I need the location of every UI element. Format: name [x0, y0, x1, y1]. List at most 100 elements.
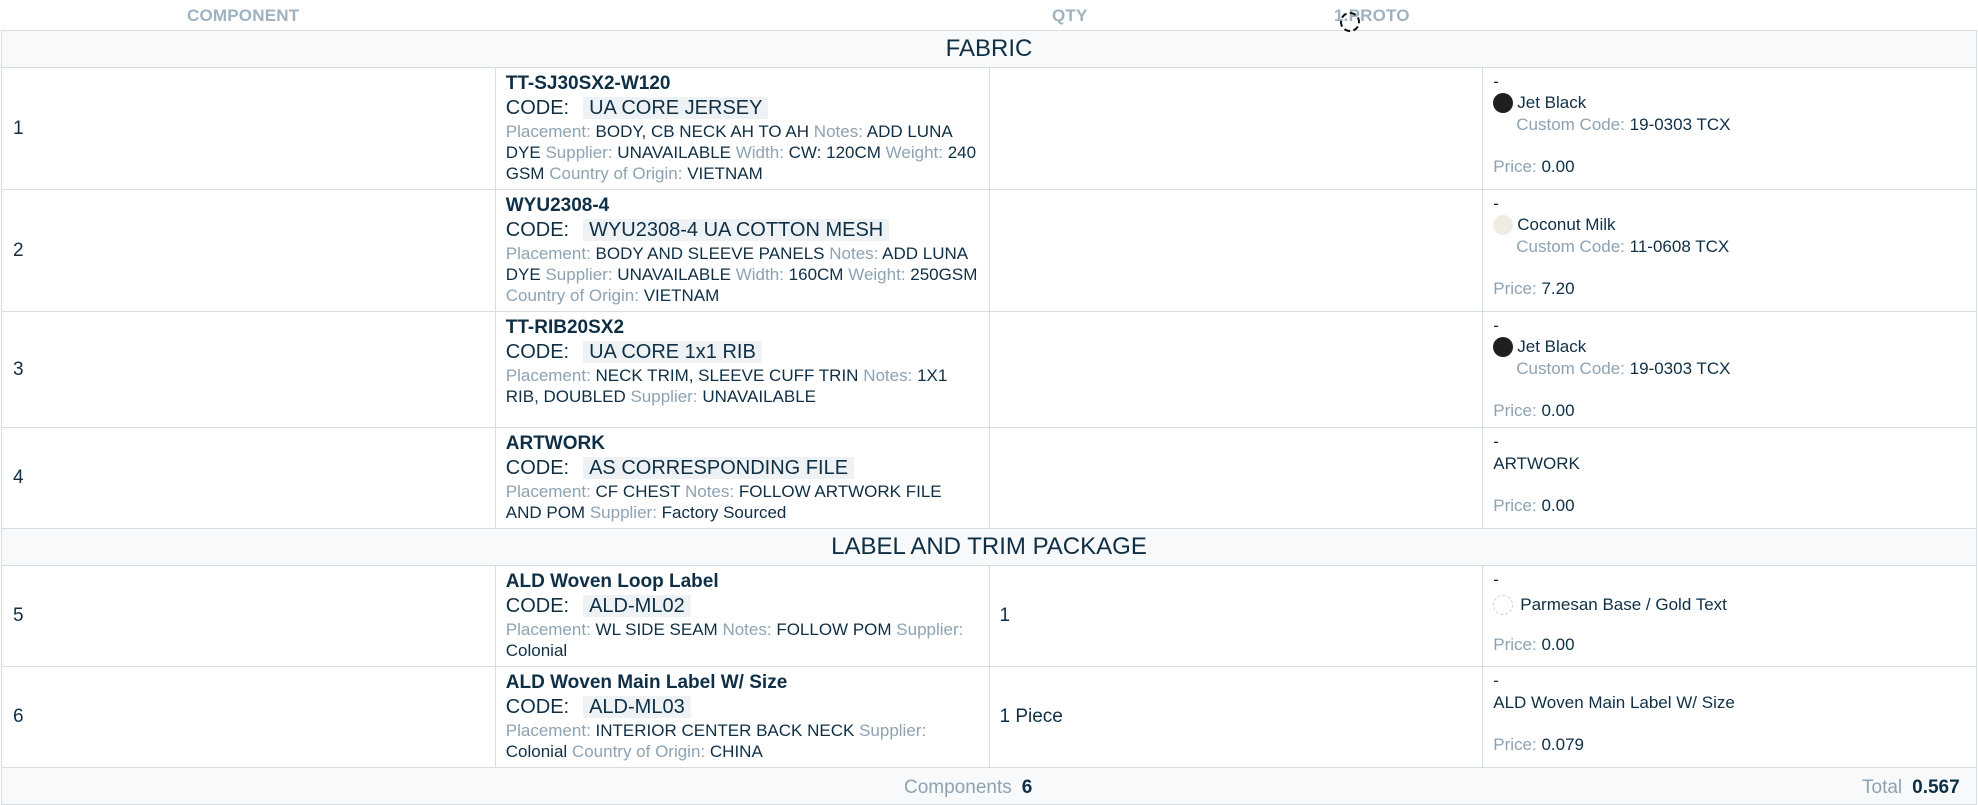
components-count: 6 — [1021, 777, 1033, 798]
weight-label: Weight: — [848, 265, 906, 284]
price: Price: 7.20 — [1493, 278, 1966, 300]
price-value: 0.00 — [1541, 635, 1575, 654]
price: Price: 0.00 — [1493, 495, 1966, 517]
proto-dash: - — [1493, 432, 1499, 451]
price-value: 0.00 — [1541, 157, 1575, 176]
country-value: VIETNAM — [643, 286, 720, 305]
table-row[interactable]: 5 ALD Woven Loop Label CODE: ALD-ML02 Pla… — [1, 565, 1977, 667]
table-header: COMPONENT QTY 1. PROTO — [0, 0, 1978, 32]
color-name: Coconut Milk — [1517, 215, 1616, 234]
price: Price: 0.00 — [1493, 634, 1966, 656]
component-name: WYU2308-4 — [505, 195, 610, 216]
component-cell: WYU2308-4 CODE: WYU2308-4 UA COTTON MESH … — [494, 189, 990, 312]
code-label: CODE: — [505, 341, 570, 363]
component-name: ALD Woven Loop Label — [505, 571, 719, 592]
component-code: CODE: UA CORE 1x1 RIB — [506, 340, 979, 364]
proto-dash: - — [1493, 671, 1499, 690]
table-footer: Components 6 Total 0.567 — [1, 767, 1977, 805]
country-label: Country of Origin: — [549, 164, 683, 183]
code-label: CODE: — [505, 219, 570, 241]
code-value: UA CORE 1x1 RIB — [583, 341, 762, 363]
color-name: Jet Black — [1517, 337, 1587, 356]
qty-cell[interactable] — [988, 67, 1484, 190]
column-header-qty: QTY — [1052, 6, 1088, 25]
proto-dash: - — [1493, 316, 1499, 335]
proto-cell[interactable]: - Coconut Milk Custom Code: 11-0608 TCX … — [1482, 189, 1977, 312]
price-value: 0.00 — [1541, 496, 1575, 515]
weight-label: Weight: — [885, 143, 943, 162]
footer-cell: Components 6 Total 0.567 — [1, 767, 1977, 805]
supplier-value: UNAVAILABLE — [617, 143, 731, 162]
notes-label: Notes: — [684, 482, 735, 501]
weight-value: 250GSM — [910, 265, 978, 284]
component-cell: TT-RIB20SX2 CODE: UA CORE 1x1 RIB Placeme… — [494, 311, 990, 428]
placement-label: Placement: — [505, 482, 591, 501]
column-header-component: COMPONENT — [187, 6, 300, 25]
total-label: Total — [1862, 777, 1903, 798]
proto-text: ALD Woven Main Label W/ Size — [1493, 693, 1735, 712]
component-meta: Placement: BODY AND SLEEVE PANELS Notes:… — [506, 243, 979, 306]
qty-cell[interactable]: 1 Piece — [988, 666, 1484, 768]
table-row[interactable]: 6 ALD Woven Main Label W/ Size CODE: ALD-… — [1, 666, 1977, 768]
proto-text: ARTWORK — [1493, 454, 1580, 473]
price-label: Price: — [1493, 401, 1537, 420]
table-row[interactable]: 3 TT-RIB20SX2 CODE: UA CORE 1x1 RIB Place… — [1, 311, 1977, 428]
price-value: 7.20 — [1541, 279, 1575, 298]
price-label: Price: — [1493, 635, 1537, 654]
column-header-proto: 1. PROTO — [1334, 6, 1410, 32]
proto-dash: - — [1493, 72, 1499, 91]
custom-code: Custom Code: 19-0303 TCX — [1493, 358, 1966, 380]
placement-value: CF CHEST — [595, 482, 681, 501]
code-value: AS CORRESPONDING FILE — [583, 457, 855, 479]
custom-code-label: Custom Code: — [1516, 359, 1625, 378]
country-value: VIETNAM — [687, 164, 763, 183]
footer-content: Components 6 Total 0.567 — [2, 768, 1976, 804]
supplier-label: Supplier: — [589, 503, 657, 522]
custom-code-value: 19-0303 TCX — [1629, 115, 1731, 134]
custom-code-value: 11-0608 TCX — [1629, 237, 1730, 256]
price-label: Price: — [1493, 735, 1537, 754]
component-meta: Placement: NECK TRIM, SLEEVE CUFF TRIN N… — [506, 365, 979, 407]
table-row[interactable]: 1 TT-SJ30SX2-W120 CODE: UA CORE JERSEY Pl… — [1, 67, 1977, 190]
table-row[interactable]: 2 WYU2308-4 CODE: WYU2308-4 UA COTTON MES… — [1, 189, 1977, 312]
table-row[interactable]: 4 ARTWORK CODE: AS CORRESPONDING FILE Pla… — [1, 427, 1977, 529]
proto-cell[interactable]: - Jet Black Custom Code: 19-0303 TCX Pri… — [1482, 67, 1977, 190]
supplier-value: UNAVAILABLE — [702, 387, 817, 406]
proto-cell[interactable]: - ALD Woven Main Label W/ Size Price: 0.… — [1482, 666, 1977, 768]
supplier-value: Factory Sourced — [661, 503, 787, 522]
code-label: CODE: — [505, 696, 570, 718]
custom-code: Custom Code: 11-0608 TCX — [1493, 236, 1966, 258]
color-swatch-icon — [1493, 93, 1514, 113]
price: Price: 0.00 — [1493, 400, 1966, 422]
placement-label: Placement: — [505, 366, 591, 385]
bom-table: FABRIC 1 TT-SJ30SX2-W120 CODE: UA CORE JE… — [1, 30, 1977, 805]
code-label: CODE: — [505, 457, 570, 479]
price-value: 0.079 — [1541, 735, 1584, 754]
custom-code-value: 19-0303 TCX — [1629, 359, 1731, 378]
qty-cell[interactable] — [988, 189, 1484, 312]
width-label: Width: — [735, 265, 784, 284]
color-swatch-icon — [1493, 337, 1514, 357]
color-line: Coconut Milk — [1493, 214, 1966, 236]
component-name: ARTWORK — [505, 433, 605, 454]
qty-cell[interactable] — [988, 311, 1484, 428]
component-code: CODE: ALD-ML02 — [506, 594, 979, 618]
proto-cell[interactable]: - Jet Black Custom Code: 19-0303 TCX Pri… — [1482, 311, 1977, 428]
row-index: 5 — [1, 565, 496, 667]
qty-cell[interactable] — [988, 427, 1484, 529]
component-meta: Placement: INTERIOR CENTER BACK NECK Sup… — [506, 720, 979, 762]
row-index: 2 — [1, 189, 496, 312]
proto-cell[interactable]: - ARTWORK Price: 0.00 — [1482, 427, 1977, 529]
component-name: ALD Woven Main Label W/ Size — [505, 672, 788, 693]
supplier-label: Supplier: — [859, 721, 927, 740]
price-label: Price: — [1493, 157, 1537, 176]
section-row-label-trim: LABEL AND TRIM PACKAGE — [1, 528, 1977, 566]
row-index: 6 — [1, 666, 496, 768]
placement-value: BODY AND SLEEVE PANELS — [595, 244, 825, 263]
loading-spinner-icon — [1340, 12, 1360, 32]
proto-cell[interactable]: - Parmesan Base / Gold Text Price: 0.00 — [1482, 565, 1977, 667]
placement-value: WL SIDE SEAM — [595, 620, 718, 639]
placement-label: Placement: — [505, 620, 591, 639]
qty-cell[interactable]: 1 — [988, 565, 1484, 667]
placement-label: Placement: — [505, 244, 591, 263]
